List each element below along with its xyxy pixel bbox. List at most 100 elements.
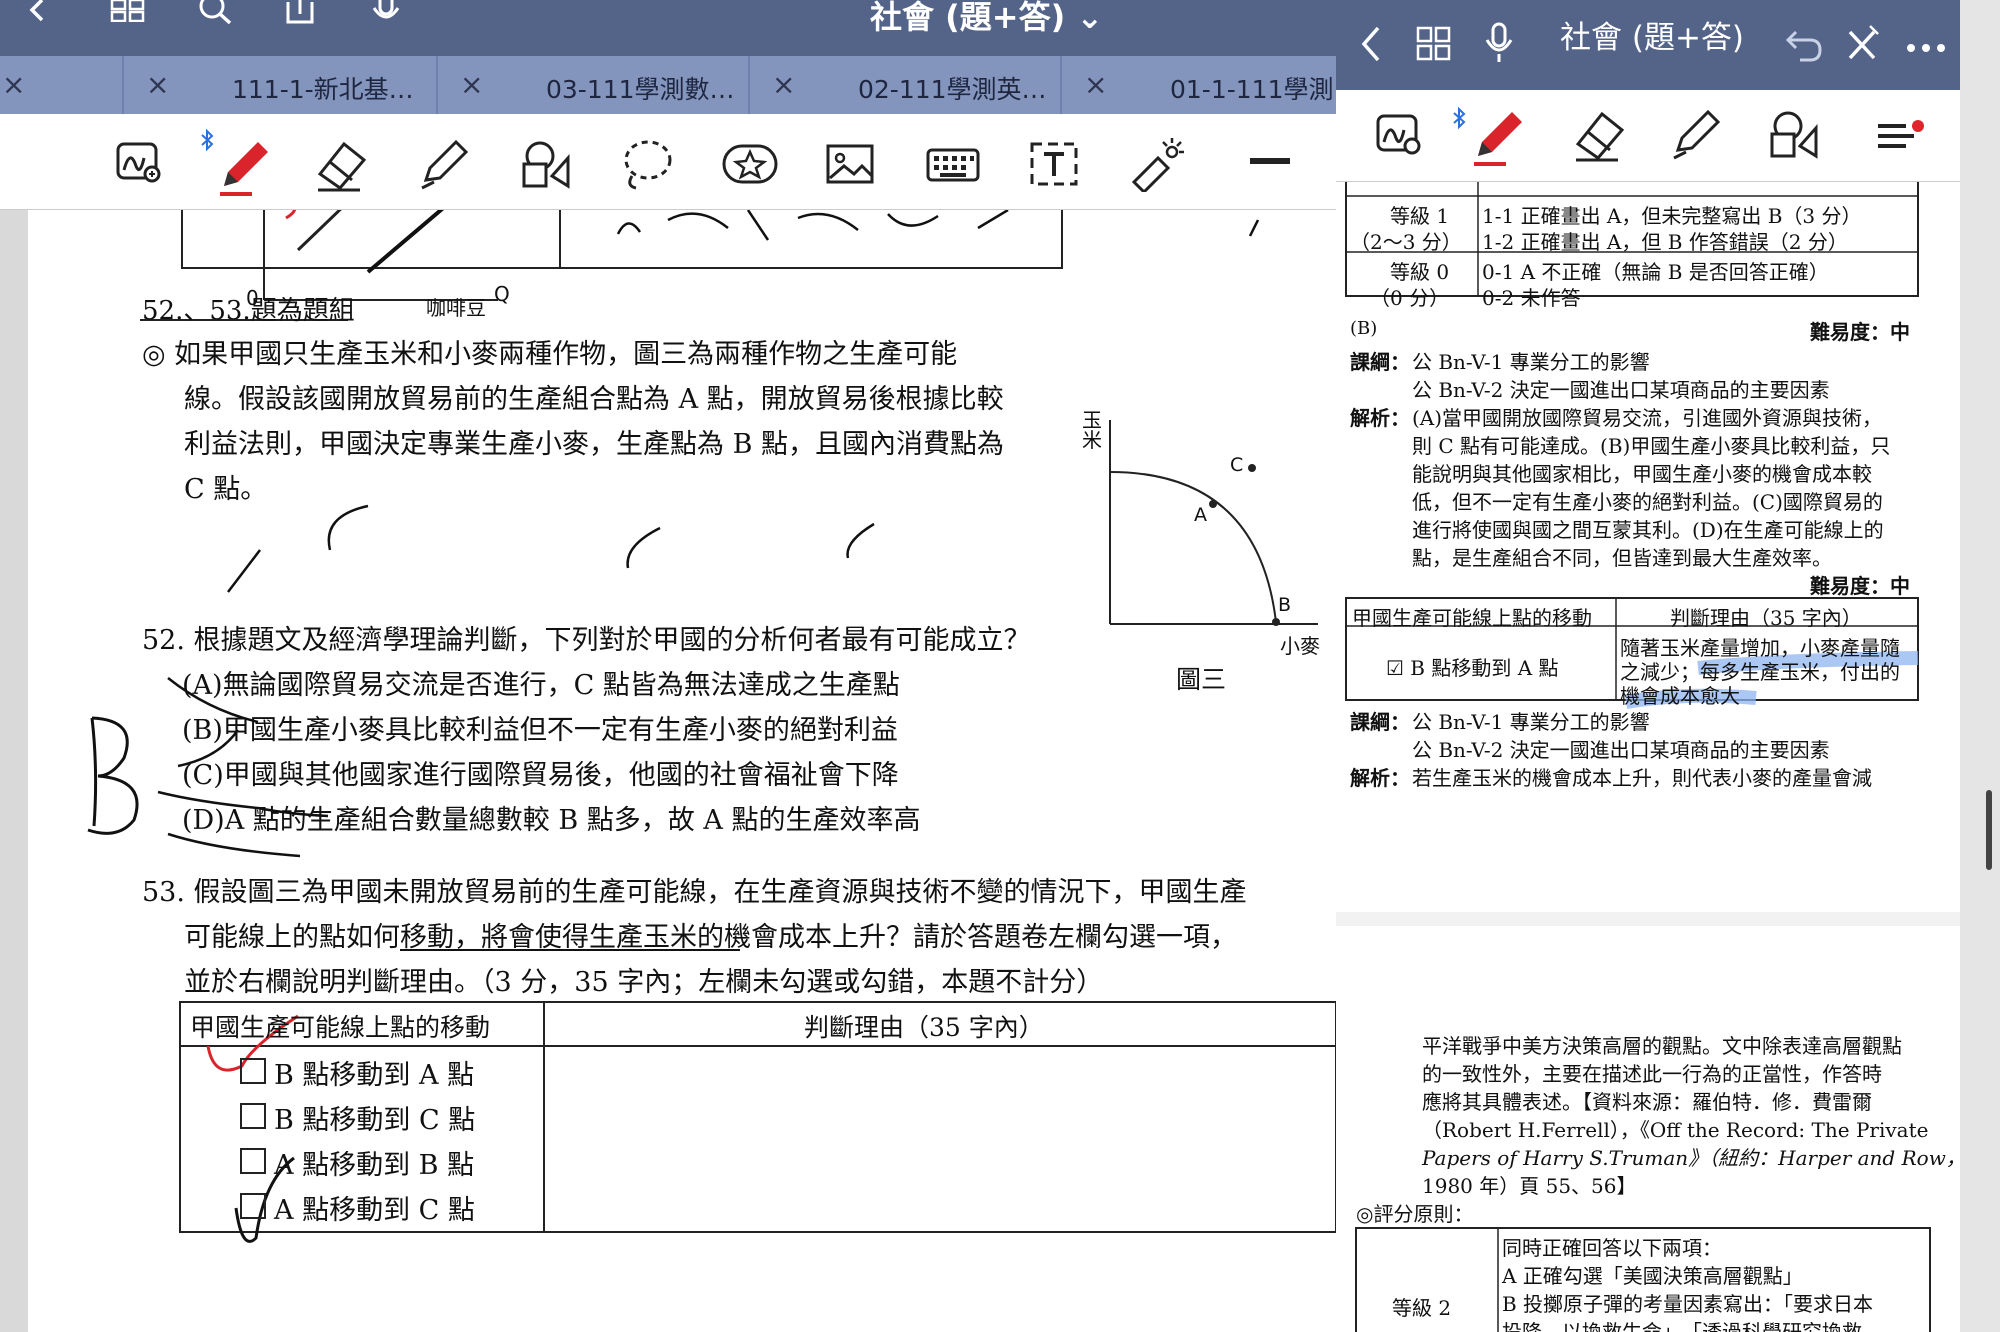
share-icon[interactable] <box>282 0 318 28</box>
checkbox-b-to-c[interactable] <box>240 1103 266 1129</box>
choice-a-to-b: A 點移動到 B 點 <box>274 1150 475 1181</box>
choice-a-to-c: A 點移動到 C 點 <box>274 1195 475 1226</box>
group-heading: 52.、53.題為題組 <box>142 296 355 326</box>
more-icon[interactable] <box>1906 38 1946 57</box>
q52-option-a: (A)無論國際貿易交流是否進行，C 點皆為無法達成之生產點 <box>182 670 900 701</box>
tab-close-icon[interactable]: × <box>460 68 483 101</box>
split-screen: 社會 (題+答) ⌄ × × 111-1-新北基… × 03-111學測數… ×… <box>0 0 2000 1332</box>
q52-option-c: (C)甲國與其他國家進行國際貿易後，他國的社會福祉會下降 <box>182 760 899 791</box>
search-icon[interactable] <box>196 0 236 28</box>
choice-b-to-a: B 點移動到 A 點 <box>274 1060 475 1091</box>
scroll-track <box>1960 0 2000 1332</box>
minimize-toolbar-icon[interactable] <box>1250 158 1290 164</box>
highlighter-icon[interactable] <box>414 136 470 192</box>
right-document-title[interactable]: 社會 (題+答) <box>1560 12 1744 57</box>
page2-rubric-level: 等級 2 <box>1392 1296 1452 1320</box>
figure-point-c: C <box>1230 454 1244 476</box>
difficulty-53: 難易度：中 <box>1810 574 1910 598</box>
q52-option-d: (D)A 點的生產組合數量總數較 B 點多，故 A 點的生產效率高 <box>182 805 921 836</box>
document-title[interactable]: 社會 (題+答) ⌄ <box>870 0 1103 38</box>
close-icon[interactable] <box>1844 24 1880 68</box>
checkbox-b-to-a[interactable] <box>240 1058 266 1084</box>
choice-b-to-c: B 點移動到 C 點 <box>274 1105 476 1136</box>
shapes-icon[interactable] <box>1764 106 1824 166</box>
tab-label: 111-1-新北基… <box>232 75 414 104</box>
outline53-label: 課綱： <box>1350 710 1410 734</box>
q52-stem: 52. 根據題文及經濟學理論判斷，下列對於甲國的分析何者最有可能成立？ <box>142 625 1031 656</box>
keyboard-icon[interactable] <box>924 136 980 192</box>
checkbox-a-to-b[interactable] <box>240 1148 266 1174</box>
page2-rubric-desc-1: 同時正確回答以下兩項： <box>1502 1236 1722 1260</box>
tab-4[interactable]: × 01-1-111學測… <box>1062 56 1362 114</box>
tab-close-icon[interactable]: × <box>146 68 169 101</box>
lasso-zoom-icon[interactable] <box>1372 110 1428 166</box>
right-toolbar <box>1336 90 1960 182</box>
analysis-label: 解析： <box>1350 406 1410 430</box>
sticker-icon[interactable] <box>720 136 778 192</box>
tab-close-icon[interactable]: × <box>2 68 25 101</box>
shapes-icon[interactable] <box>516 136 572 192</box>
highlighter-icon[interactable] <box>1666 106 1726 166</box>
figure-point-b: B <box>1278 594 1292 616</box>
q53-stem-3: 並於右欄說明判斷理由。（3 分，35 字內；左欄未勾選或勾錯，本題不計分） <box>184 967 1104 998</box>
microphone-icon[interactable] <box>368 0 404 28</box>
checkbox-a-to-c[interactable] <box>240 1193 266 1219</box>
analysis-line-3: 能說明與其他國家相比，甲國生產小麥的機會成本較 <box>1412 462 1872 486</box>
undo-icon[interactable] <box>1784 26 1824 66</box>
tab-1[interactable]: × 111-1-新北基… <box>124 56 438 114</box>
image-icon[interactable] <box>822 136 878 192</box>
laser-pointer-icon[interactable] <box>1128 136 1184 195</box>
tab-close-icon[interactable]: × <box>772 68 795 101</box>
pen-icon[interactable] <box>1466 104 1530 178</box>
figure-x-label: 小麥 <box>1280 634 1320 658</box>
tab-close-icon[interactable]: × <box>1084 68 1107 101</box>
answer-table-header-reason: 判斷理由（35 字內） <box>1670 606 1862 630</box>
table-header-reason: 判斷理由（35 字內） <box>804 1013 1044 1042</box>
right-app-window: 社會 (題+答) 等級 1 （2～3 分） 1-1 正確畫出 A，但未完整寫出 … <box>1336 0 1960 1332</box>
question-page[interactable]: 咖啡豆 0 Q 52.、53.題為題組 ◎ 如果甲國只生產玉米和小麥兩種作物，圖… <box>28 210 1336 1332</box>
q53-stem-1: 53. 假設圖三為甲國未開放貿易前的生產可能線，在生產資源與技術不變的情況下，甲… <box>142 877 1247 908</box>
tab-0[interactable]: × <box>0 56 124 114</box>
tab-2[interactable]: × 03-111學測數… <box>438 56 750 114</box>
microphone-icon[interactable] <box>1484 22 1514 68</box>
page2-rubric-desc-2: A 正確勾選「美國決策高層觀點」 <box>1502 1264 1803 1288</box>
analysis-line-1: (A)當甲國開放國際貿易交流，引進國外資源與技術， <box>1412 406 1883 430</box>
point-a-dot <box>1209 500 1217 508</box>
left-title-bar: 社會 (題+答) ⌄ <box>0 0 1336 56</box>
grid-icon[interactable] <box>1416 26 1452 66</box>
intro-line-2: 線。假設該國開放貿易前的生產組合點為 A 點，開放貿易後根據比較 <box>184 384 1004 415</box>
rubric-level-1: 等級 1 <box>1390 204 1450 228</box>
outline53-line-2: 公 Bn-V-2 決定一國進出口某項商品的主要因素 <box>1412 738 1830 762</box>
back-chevron-icon[interactable] <box>1360 26 1384 66</box>
pen-icon[interactable] <box>212 134 276 204</box>
tab-label: 03-111學測數… <box>546 75 735 104</box>
text-box-icon[interactable] <box>1026 136 1082 192</box>
point-c-dot <box>1248 464 1256 472</box>
left-toolbar <box>0 114 1336 210</box>
lasso-icon[interactable] <box>618 136 674 192</box>
rubric-level-0: 等級 0 <box>1390 260 1450 284</box>
tab-3[interactable]: × 02-111學測英… <box>750 56 1062 114</box>
answer-page-1[interactable]: 等級 1 （2～3 分） 1-1 正確畫出 A，但未完整寫出 B（3 分） 1-… <box>1336 182 1960 912</box>
analysis53-label: 解析： <box>1350 766 1410 790</box>
point-b-dot <box>1272 618 1280 626</box>
eraser-icon[interactable] <box>312 136 368 192</box>
page2-rubric-desc-4: 投降，以換救生命」、「透過科學研究換救 <box>1502 1320 1862 1332</box>
eraser-icon[interactable] <box>1570 106 1630 166</box>
difficulty-52: 難易度：中 <box>1810 320 1910 344</box>
tab-label: 01-1-111學測… <box>1170 75 1359 104</box>
answer-page-2[interactable]: 平洋戰爭中美方決策高層的觀點。文中除表達高層觀點 的一致性外，主要在描述此一行為… <box>1336 926 1960 1332</box>
q52-option-b: (B)甲國生產小麥具比較利益但不一定有生產小麥的絕對利益 <box>182 715 898 746</box>
menu-icon[interactable] <box>1876 120 1926 160</box>
outline-line-2: 公 Bn-V-2 決定一國進出口某項商品的主要因素 <box>1412 378 1830 402</box>
rubric-score-1: （2～3 分） <box>1350 230 1462 254</box>
answer-table-header-move: 甲國生產可能線上點的移動 <box>1352 606 1592 630</box>
grid-icon[interactable] <box>110 0 146 28</box>
back-chevron-icon[interactable] <box>24 0 52 28</box>
lasso-zoom-icon[interactable] <box>112 136 168 192</box>
intro-line-3: 利益法則，甲國決定專業生產小麥，生產點為 B 點，且國內消費點為 <box>184 429 1005 460</box>
rubric-score-0: （0 分） <box>1370 286 1450 310</box>
scrollbar-thumb[interactable] <box>1986 790 1992 870</box>
figure-y-label: 玉米 <box>1082 408 1102 452</box>
answer-reason-3: 機會成本愈大 <box>1620 684 1740 708</box>
